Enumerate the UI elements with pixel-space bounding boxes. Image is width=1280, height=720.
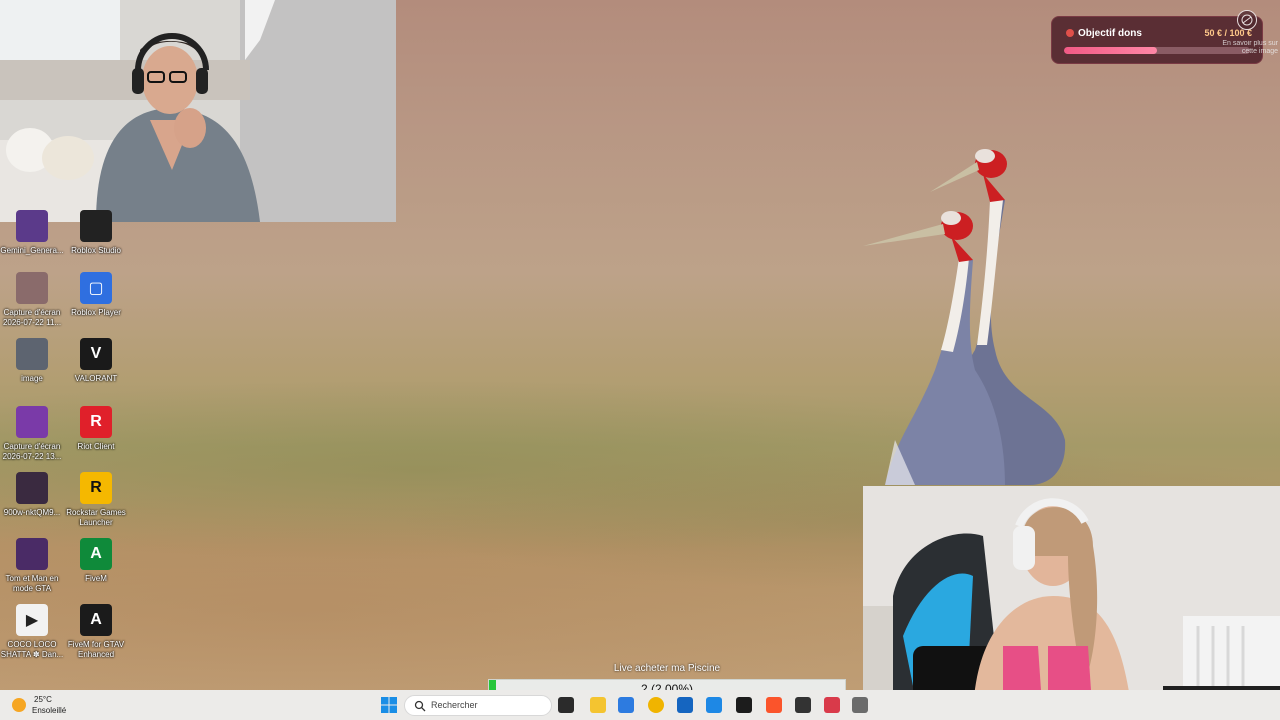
app-icon[interactable] xyxy=(824,697,840,713)
app-icon[interactable] xyxy=(852,697,868,713)
donation-goal-title: Objectif dons xyxy=(1078,28,1142,39)
sun-icon xyxy=(12,698,26,712)
riot-client-shortcut-icon: R xyxy=(80,406,112,438)
brave-icon[interactable] xyxy=(766,697,782,713)
roblox-studio-shortcut[interactable]: Roblox Studio xyxy=(64,210,128,256)
donation-goal-progress-fill xyxy=(1064,47,1157,54)
webcam-feed-cohost xyxy=(863,486,1280,720)
desktop-icon-label: Roblox Player xyxy=(71,308,121,317)
desktop-icon-label: FiveM for GTAV Enhanced xyxy=(67,640,125,659)
desktop-icon-label: Capture d'écran 2026-07-22 11... xyxy=(2,308,62,327)
image-file[interactable]: image xyxy=(0,338,64,384)
file-explorer-icon[interactable] xyxy=(590,697,606,713)
image-file-icon xyxy=(16,338,48,370)
desktop-icon-label: Gemini_Genera... xyxy=(0,246,64,255)
screenshot-file-2[interactable]: Capture d'écran 2026-07-22 13... xyxy=(0,406,64,462)
weather-description: Ensoleillé xyxy=(32,706,67,715)
media-file-coco-loco-icon: ▶ xyxy=(16,604,48,636)
screenshot-file-1[interactable]: Capture d'écran 2026-07-22 11... xyxy=(0,272,64,328)
fivem-shortcut[interactable]: A FiveM xyxy=(64,538,128,584)
search-icon xyxy=(414,700,426,712)
wallpaper-info-icon[interactable] xyxy=(1237,10,1257,30)
valorant-shortcut-icon: V xyxy=(80,338,112,370)
video-file-tom-et-man[interactable]: Tom et Man en mode GTA xyxy=(0,538,64,594)
video-file-tom-et-man-icon xyxy=(16,538,48,570)
desktop-icon-label: Rockstar Games Launcher xyxy=(66,508,126,527)
wallpaper-cranes xyxy=(863,149,1066,485)
desktop-icon-label: Tom et Man en mode GTA xyxy=(5,574,59,593)
app-icon[interactable] xyxy=(736,697,752,713)
rockstar-games-launcher-shortcut[interactable]: R Rockstar Games Launcher xyxy=(64,472,128,528)
desktop-icon-label: Roblox Studio xyxy=(71,246,121,255)
fivem-shortcut-icon: A xyxy=(80,538,112,570)
microsoft-store-icon[interactable] xyxy=(618,697,634,713)
fivem-gtav-enhanced-shortcut-icon: A xyxy=(80,604,112,636)
desktop-icon-label: 900w-nktQM9... xyxy=(3,508,61,517)
search-placeholder: Rechercher xyxy=(431,700,478,710)
outlook-icon[interactable] xyxy=(677,697,693,713)
image-file-900w[interactable]: 900w-nktQM9... xyxy=(0,472,64,518)
terminal-icon[interactable] xyxy=(558,697,574,713)
roblox-studio-shortcut-icon xyxy=(80,210,112,242)
chrome-icon[interactable] xyxy=(648,697,664,713)
windows-start-icon[interactable] xyxy=(380,696,398,714)
vscode-icon[interactable] xyxy=(706,697,722,713)
taskbar: 25°C Ensoleillé Rechercher xyxy=(0,690,1280,720)
fivem-gtav-enhanced-shortcut[interactable]: A FiveM for GTAV Enhanced xyxy=(64,604,128,660)
screenshot-file-1-icon xyxy=(16,272,48,304)
riot-client-shortcut[interactable]: R Riot Client xyxy=(64,406,128,452)
wallpaper-info-hint[interactable]: En savoir plus sur cette image xyxy=(1212,40,1278,56)
desktop-icon-label: VALORANT xyxy=(74,374,118,383)
valorant-shortcut[interactable]: V VALORANT xyxy=(64,338,128,384)
gemini-generated-image-file[interactable]: Gemini_Genera... xyxy=(0,210,64,256)
desktop-icon-label: image xyxy=(21,374,43,383)
weather-temperature: 25°C xyxy=(34,695,52,704)
desktop-icon-label: COCO LOCO SHATTA ✽ Dan... xyxy=(0,640,64,659)
image-file-900w-icon xyxy=(16,472,48,504)
roblox-player-shortcut-icon: ▢ xyxy=(80,272,112,304)
rockstar-games-launcher-shortcut-icon: R xyxy=(80,472,112,504)
gemini-generated-image-file-icon xyxy=(16,210,48,242)
screenshot-file-2-icon xyxy=(16,406,48,438)
coin-icon xyxy=(1066,29,1074,37)
taskbar-search-box[interactable]: Rechercher xyxy=(404,695,552,716)
live-goal-title: Live acheter ma Piscine xyxy=(613,663,721,674)
desktop-icon-label: Riot Client xyxy=(77,442,115,451)
roblox-player-shortcut[interactable]: ▢ Roblox Player xyxy=(64,272,128,318)
media-file-coco-loco[interactable]: ▶ COCO LOCO SHATTA ✽ Dan... xyxy=(0,604,64,660)
app-icon[interactable] xyxy=(795,697,811,713)
desktop-icon-label: Capture d'écran 2026-07-22 13... xyxy=(2,442,62,461)
desktop-icon-label: FiveM xyxy=(85,574,107,583)
webcam-feed-streamer xyxy=(0,0,396,222)
